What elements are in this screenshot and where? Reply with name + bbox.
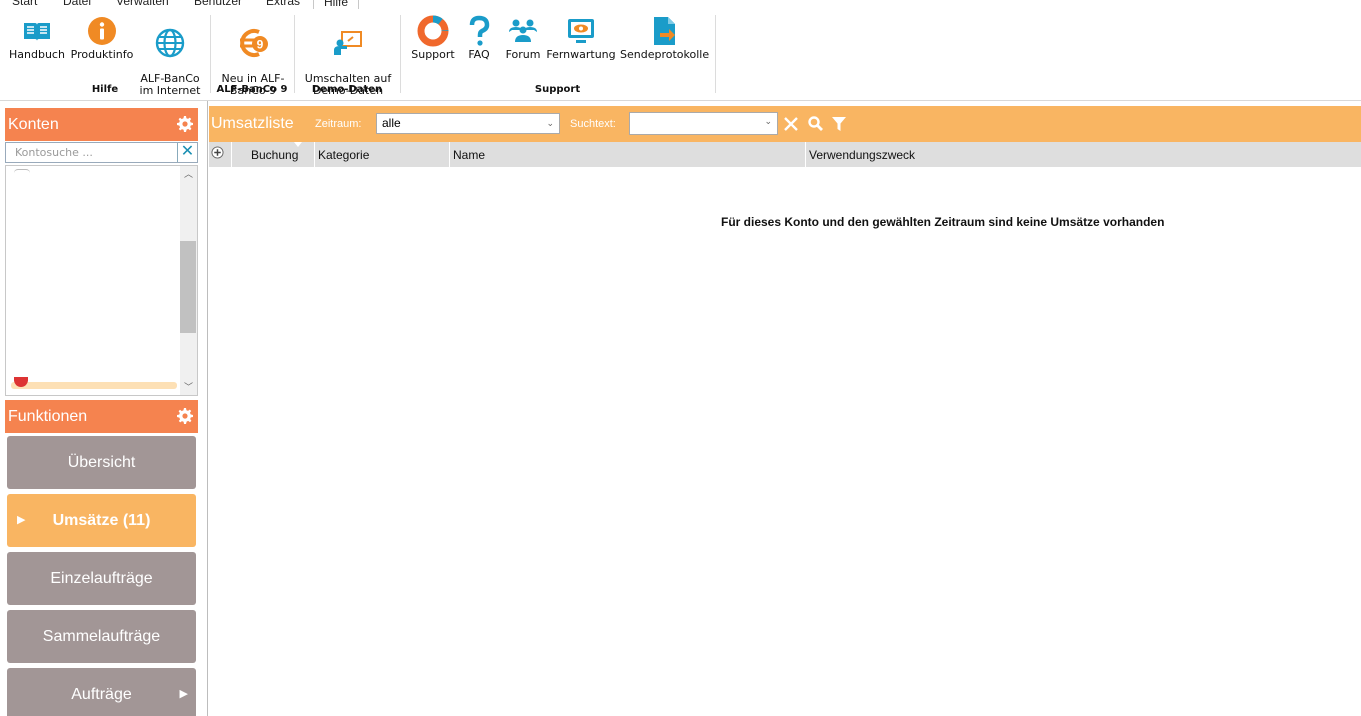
konten-list[interactable]: ︿ ﹀: [5, 165, 198, 396]
menu-tab-benutzer[interactable]: Benutzer: [194, 0, 242, 8]
chevron-down-icon: ⌄: [764, 116, 772, 126]
column-label: Buchung: [251, 148, 299, 162]
left-panel: Konten ✕ ︿ ﹀ Funktionen Übersicht ▶ Umsä…: [0, 101, 208, 716]
umsatzliste-header: Umsatzliste Zeitraum: alle ⌄ Suchtext: ⌄: [209, 106, 1361, 142]
ribbon-separator: [210, 15, 211, 93]
question-icon: [469, 15, 490, 46]
play-arrow-icon: ▶: [17, 514, 26, 526]
menu-bar: Start Datei Verwalten Benutzer Extras Hi…: [0, 0, 1361, 9]
clear-search-icon[interactable]: ✕: [177, 143, 197, 162]
zeitraum-select[interactable]: alle ⌄: [376, 113, 560, 134]
chevron-down-icon: ⌄: [546, 118, 554, 128]
produktinfo-label: Produktinfo: [70, 48, 134, 61]
scrollbar-thumb[interactable]: [180, 241, 196, 333]
sendeprotokolle-label: Sendeprotokolle: [620, 48, 710, 61]
ribbon-separator: [715, 15, 716, 93]
function-uebersicht-button[interactable]: Übersicht: [7, 436, 196, 489]
support-label: Support: [411, 48, 455, 61]
zeitraum-label: Zeitraum:: [315, 118, 362, 130]
support-button[interactable]: Support: [410, 15, 456, 61]
column-kategorie[interactable]: Kategorie: [315, 142, 450, 167]
handbuch-button[interactable]: Handbuch: [8, 15, 66, 61]
globe-icon: [155, 28, 185, 58]
fernwartung-label: Fernwartung: [546, 48, 616, 61]
column-label: Kategorie: [318, 148, 370, 162]
function-sammelauftraege-button[interactable]: Sammelaufträge: [7, 610, 196, 663]
handbuch-label: Handbuch: [9, 48, 65, 61]
menu-tab-start[interactable]: Start: [12, 0, 37, 8]
faq-label: FAQ: [468, 48, 490, 61]
page-title: Umsatzliste: [211, 115, 294, 132]
menu-tab-hilfe[interactable]: Hilfe: [313, 0, 360, 9]
produktinfo-button[interactable]: Produktinfo: [70, 15, 134, 61]
konten-title: Konten: [8, 116, 59, 133]
group-label-hilfe: Hilfe: [91, 84, 119, 95]
column-name[interactable]: Name: [450, 142, 806, 167]
ribbon: Handbuch Produktinfo ALF-BanCo im Intern…: [0, 9, 1361, 101]
gear-icon[interactable]: [177, 408, 193, 424]
table-header: Buchung Kategorie Name Verwendungszweck: [209, 142, 1361, 167]
ribbon-separator: [294, 15, 295, 93]
account-item-selected[interactable]: [11, 382, 177, 389]
ribbon-separator: [400, 15, 401, 93]
function-umsaetze-button[interactable]: ▶ Umsätze (11): [7, 494, 196, 547]
column-label: Name: [453, 148, 486, 162]
sendeprotokolle-button[interactable]: Sendeprotokolle: [620, 15, 710, 61]
column-label: Verwendungszweck: [809, 148, 916, 162]
column-verwendungszweck[interactable]: Verwendungszweck: [806, 142, 1361, 167]
menu-tab-verwalten[interactable]: Verwalten: [116, 0, 169, 8]
search-icon[interactable]: [807, 115, 825, 133]
clear-filter-icon[interactable]: [782, 115, 800, 133]
expand-all-icon[interactable]: [209, 142, 232, 167]
presentation-icon: [334, 31, 362, 55]
expand-arrow-icon: ▶: [179, 688, 188, 700]
function-label: Sammelaufträge: [42, 628, 161, 645]
scroll-up-icon[interactable]: ︿: [180, 166, 197, 182]
scroll-down-icon[interactable]: ﹀: [180, 379, 197, 395]
umsatzliste-panel: Umsatzliste Zeitraum: alle ⌄ Suchtext: ⌄: [209, 106, 1361, 716]
suchtext-input[interactable]: ⌄: [629, 112, 778, 135]
function-einzelauftraege-button[interactable]: Einzelaufträge: [7, 552, 196, 605]
people-icon: [509, 19, 537, 42]
document-export-icon: [654, 17, 675, 45]
zeitraum-value: alle: [382, 116, 401, 130]
info-icon: [88, 17, 116, 45]
group-label-support: Support: [534, 84, 581, 95]
konten-header: Konten: [5, 108, 198, 141]
svg-text:9: 9: [257, 38, 264, 52]
menu-tab-extras[interactable]: Extras: [266, 0, 300, 8]
konten-scrollbar[interactable]: ︿ ﹀: [180, 166, 197, 395]
group-label-demo-daten: Demo-Daten: [311, 84, 383, 95]
book-icon: [24, 23, 50, 41]
remote-screen-icon: [568, 19, 594, 43]
kontosuche-field[interactable]: ✕: [5, 142, 198, 163]
function-label: Einzelaufträge: [50, 570, 153, 587]
gear-icon[interactable]: [177, 116, 193, 132]
empty-message: Für dieses Konto und den gewählten Zeitr…: [721, 215, 1165, 229]
funktionen-title: Funktionen: [8, 408, 88, 425]
function-label: Aufträge: [71, 686, 132, 703]
forum-button[interactable]: Forum: [502, 15, 544, 61]
funktionen-header: Funktionen: [5, 400, 198, 433]
column-buchung[interactable]: Buchung: [232, 142, 315, 167]
group-label-alf-banco: ALF-BanCo 9: [216, 84, 288, 95]
faq-button[interactable]: FAQ: [462, 15, 496, 61]
forum-label: Forum: [505, 48, 541, 61]
function-auftraege-button[interactable]: Aufträge ▶: [7, 668, 196, 716]
sort-caret-icon: [294, 142, 302, 147]
filter-icon[interactable]: [830, 115, 848, 133]
fernwartung-button[interactable]: Fernwartung: [546, 15, 616, 61]
kontosuche-input[interactable]: [6, 143, 176, 162]
menu-tab-datei[interactable]: Datei: [63, 0, 91, 8]
suchtext-label: Suchtext:: [570, 118, 616, 130]
function-label: Umsätze (11): [52, 512, 151, 529]
lifebuoy-icon: [417, 15, 449, 47]
euro-nine-icon: 9: [240, 29, 268, 57]
function-label: Übersicht: [67, 454, 136, 471]
account-item-partial: [14, 169, 30, 173]
